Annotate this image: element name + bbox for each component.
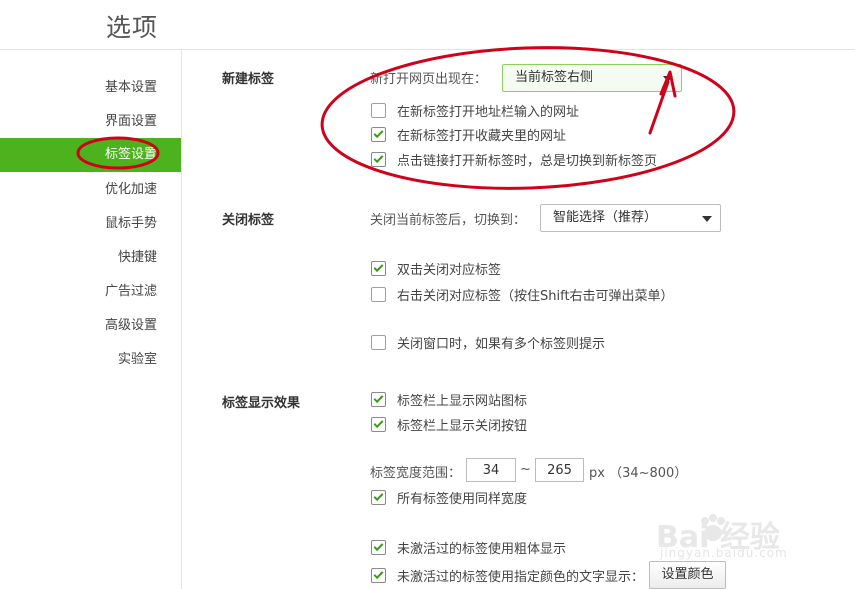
paw-icon <box>701 514 725 541</box>
chevron-down-icon <box>663 76 673 82</box>
option-right-click-close[interactable]: 右击关闭对应标签（按住Shift右击可弹出菜单） <box>371 284 674 304</box>
option-label: 关闭窗口时，如果有多个标签则提示 <box>397 336 606 352</box>
header: 选项 <box>0 0 855 50</box>
chevron-down-icon <box>702 216 712 222</box>
check-icon <box>373 490 384 501</box>
section-title-new-tab: 新建标签 <box>222 72 275 87</box>
sidebar-item-tabs[interactable]: 标签设置 <box>0 138 181 172</box>
check-icon <box>373 568 384 579</box>
checkbox-checked[interactable] <box>371 489 386 505</box>
option-label: 点击链接打开新标签时，总是切换到新标签页 <box>397 153 658 169</box>
sidebar-item-shortcuts[interactable]: 快捷键 <box>0 241 181 275</box>
options-page: 选项 基本设置 界面设置 标签设置 优化加速 鼠标手势 快捷键 广告过滤 高级设… <box>0 0 855 589</box>
tab-width-unit: px （34~800） <box>589 466 688 481</box>
option-show-site-icon[interactable]: 标签栏上显示网站图标 <box>371 389 527 409</box>
sidebar-item-interface[interactable]: 界面设置 <box>0 105 181 139</box>
check-icon <box>373 152 384 163</box>
option-label: 在新标签打开地址栏输入的网址 <box>397 104 580 120</box>
sidebar-item-lab[interactable]: 实验室 <box>0 343 181 377</box>
checkbox-checked[interactable] <box>371 567 386 583</box>
option-label: 标签栏上显示关闭按钮 <box>397 418 528 434</box>
checkbox[interactable] <box>371 286 386 302</box>
after-close-select[interactable]: 智能选择（推荐） <box>540 204 721 232</box>
checkbox-checked[interactable] <box>371 126 386 142</box>
option-label: 右击关闭对应标签（按住Shift右击可弹出菜单） <box>397 288 674 304</box>
after-close-label: 关闭当前标签后，切换到： <box>370 213 527 228</box>
option-label: 在新标签打开收藏夹里的网址 <box>397 128 567 144</box>
option-switch-to-new-tab[interactable]: 点击链接打开新标签时，总是切换到新标签页 <box>371 149 657 169</box>
baidu-watermark: Bai 经验 jingyan.baidu.com <box>626 504 816 562</box>
sidebar-item-optimize[interactable]: 优化加速 <box>0 173 181 207</box>
option-label: 所有标签使用同样宽度 <box>397 491 528 507</box>
checkbox-checked[interactable] <box>371 416 386 432</box>
tab-width-max-input[interactable] <box>535 458 584 482</box>
check-icon <box>373 127 384 138</box>
open-position-label: 新打开网页出现在： <box>370 72 488 87</box>
option-close-window-prompt[interactable]: 关闭窗口时，如果有多个标签则提示 <box>371 332 605 352</box>
watermark-url: jingyan.baidu.com <box>660 546 788 560</box>
check-icon <box>373 417 384 428</box>
checkbox-checked[interactable] <box>371 539 386 555</box>
sidebar-item-ad-filter[interactable]: 广告过滤 <box>0 275 181 309</box>
option-label: 双击关闭对应标签 <box>397 262 502 278</box>
option-same-width[interactable]: 所有标签使用同样宽度 <box>371 487 527 507</box>
option-double-click-close[interactable]: 双击关闭对应标签 <box>371 258 501 278</box>
set-color-button[interactable]: 设置颜色 <box>649 561 726 589</box>
sidebar: 基本设置 界面设置 标签设置 优化加速 鼠标手势 快捷键 广告过滤 高级设置 实… <box>0 50 182 589</box>
checkbox-checked[interactable] <box>371 260 386 276</box>
checkbox-checked[interactable] <box>371 391 386 407</box>
open-position-value: 当前标签右侧 <box>515 70 594 85</box>
sidebar-item-mouse-gesture[interactable]: 鼠标手势 <box>0 207 181 241</box>
option-label: 未激活过的标签使用粗体显示 <box>397 541 567 557</box>
option-label: 标签栏上显示网站图标 <box>397 393 528 409</box>
page-title: 选项 <box>106 13 159 42</box>
option-label: 未激活过的标签使用指定颜色的文字显示： <box>397 569 645 585</box>
section-title-close-tab: 关闭标签 <box>222 213 275 228</box>
tab-width-min-input[interactable] <box>466 458 516 482</box>
tab-width-separator: ~ <box>520 462 531 477</box>
option-bold-inactive[interactable]: 未激活过的标签使用粗体显示 <box>371 537 566 557</box>
option-address-bar-new-tab[interactable]: 在新标签打开地址栏输入的网址 <box>371 100 579 120</box>
option-favorites-new-tab[interactable]: 在新标签打开收藏夹里的网址 <box>371 124 566 144</box>
open-position-select[interactable]: 当前标签右侧 <box>502 64 682 92</box>
sidebar-item-advanced[interactable]: 高级设置 <box>0 309 181 343</box>
option-color-inactive[interactable]: 未激活过的标签使用指定颜色的文字显示： <box>371 565 644 585</box>
option-show-close-button[interactable]: 标签栏上显示关闭按钮 <box>371 414 527 434</box>
tab-width-range-label: 标签宽度范围： <box>370 466 462 481</box>
checkbox-checked[interactable] <box>371 151 386 167</box>
checkbox[interactable] <box>371 334 386 350</box>
check-icon <box>373 261 384 272</box>
check-icon <box>373 392 384 403</box>
checkbox[interactable] <box>371 102 386 118</box>
after-close-value: 智能选择（推荐） <box>553 210 658 225</box>
check-icon <box>373 540 384 551</box>
sidebar-item-basic[interactable]: 基本设置 <box>0 71 181 105</box>
section-title-tab-display: 标签显示效果 <box>222 396 301 411</box>
